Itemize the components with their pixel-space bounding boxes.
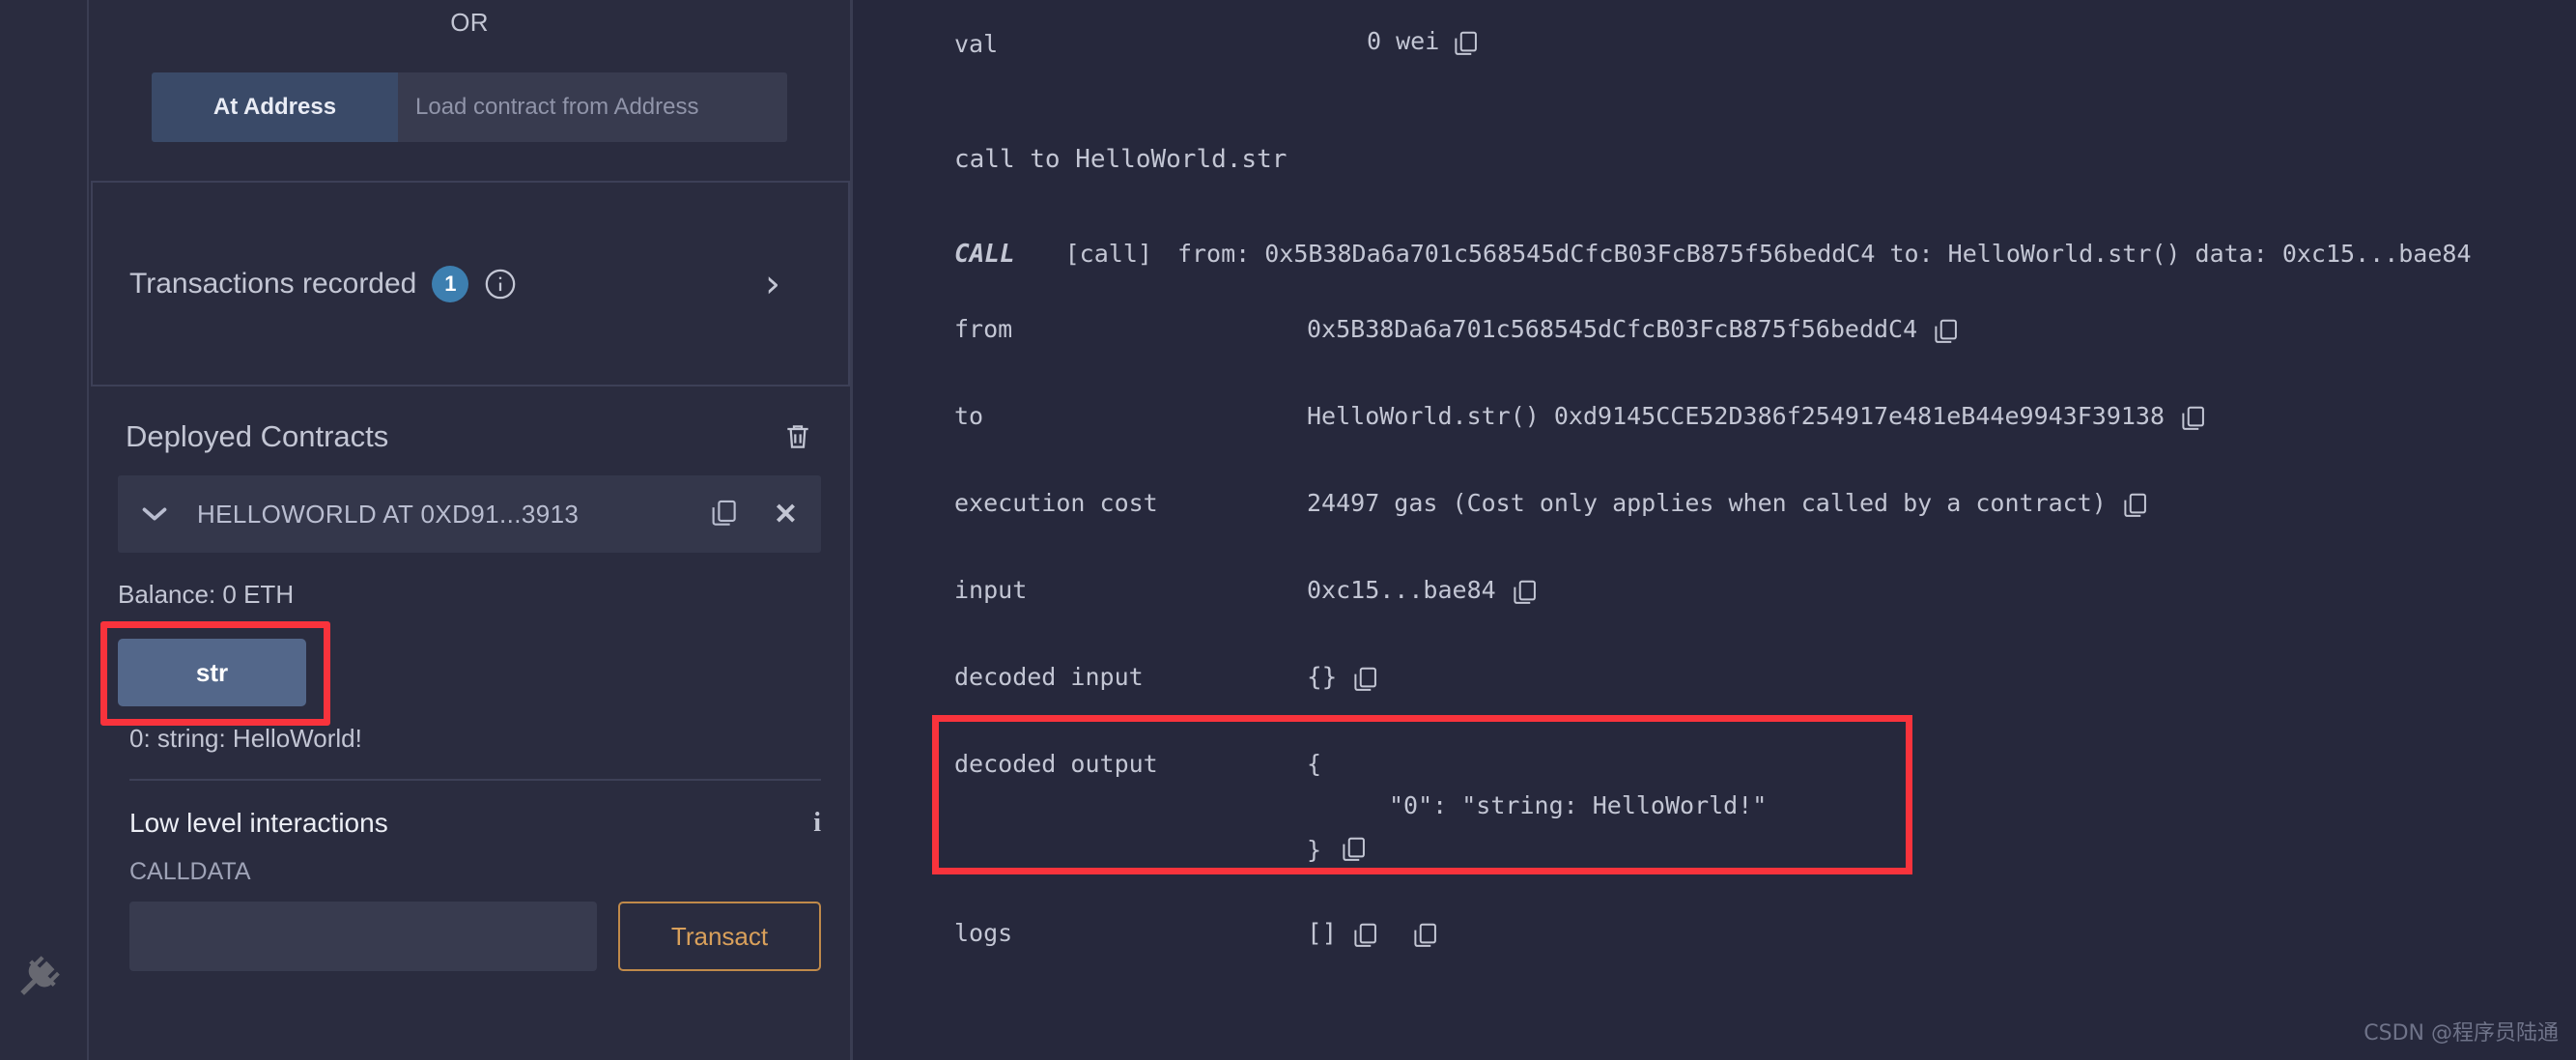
decoded-output-line-3: }	[1307, 835, 1322, 864]
row-value: 0xc15...bae84	[1307, 576, 1496, 604]
trash-icon[interactable]	[782, 420, 813, 453]
copy-icon[interactable]	[1352, 921, 1379, 952]
row-key: execution cost	[954, 489, 1158, 517]
val-value: 0 wei	[1367, 27, 1440, 55]
udapp-left-panel: OR At Address Transactions recorded 1 › …	[87, 0, 850, 1060]
at-address-row: At Address	[152, 72, 787, 142]
terminal-row-val: val 0 wei	[853, 0, 2576, 87]
contract-name-label: HELLOWORLD AT 0XD91...3913	[197, 499, 580, 529]
call-tag: [call]	[1064, 240, 1152, 268]
transact-button[interactable]: Transact	[618, 902, 821, 971]
deployed-contracts-title: Deployed Contracts	[126, 419, 389, 453]
chevron-down-icon[interactable]	[141, 505, 168, 523]
low-level-interactions-title: Low level interactions	[129, 808, 388, 838]
row-key: from	[954, 315, 1013, 343]
at-address-input[interactable]	[398, 72, 787, 142]
watermark: CSDN @程序员陆通	[2364, 1021, 2559, 1046]
calldata-label: CALLDATA	[129, 858, 251, 885]
remix-ide-screen: OR At Address Transactions recorded 1 › …	[0, 0, 2576, 1060]
str-button-wrapper: str	[100, 621, 850, 726]
row-key: logs	[954, 919, 1013, 947]
transaction-detail: val 0 wei call to HelloWorld.str CALL [c…	[853, 0, 2576, 1006]
str-function-button[interactable]: str	[118, 639, 306, 706]
copy-icon[interactable]	[2122, 491, 2149, 522]
copy-icon[interactable]	[1341, 835, 1368, 866]
row-value: HelloWorld.str() 0xd9145CCE52D386f254917…	[1307, 402, 2166, 430]
info-icon[interactable]: i	[813, 808, 821, 839]
row-value: {}	[1307, 663, 1338, 692]
row-key: decoded input	[954, 663, 1144, 691]
copy-icon[interactable]	[1352, 665, 1379, 696]
icon-rail	[0, 0, 87, 1060]
terminal-row-decoded-input: decoded input {}	[853, 663, 2576, 750]
contract-header-row[interactable]: HELLOWORLD AT 0XD91...3913 ✕	[118, 475, 821, 553]
logs-value: []	[1307, 919, 1338, 948]
low-level-interactions-header: Low level interactions i	[89, 781, 850, 839]
decoded-output-line-2: "0": "string: HelloWorld!"	[1389, 791, 1768, 819]
calldata-input[interactable]	[129, 902, 597, 971]
terminal-row-from: from 0x5B38Da6a701c568545dCfcB03FcB875f5…	[853, 315, 2576, 402]
deployed-contracts-header: Deployed Contracts	[89, 387, 850, 475]
call-keyword: CALL	[954, 240, 1015, 269]
decoded-output-line-1: {	[1307, 750, 1322, 778]
at-address-button[interactable]: At Address	[152, 72, 398, 142]
terminal-row-to: to HelloWorld.str() 0xd9145CCE52D386f254…	[853, 402, 2576, 489]
row-key: decoded output	[954, 750, 1158, 778]
or-block: OR At Address	[89, 0, 850, 142]
terminal-row-logs: logs []	[853, 919, 2576, 1006]
detail-rows: from 0x5B38Da6a701c568545dCfcB03FcB875f5…	[853, 269, 2576, 1006]
copy-icon[interactable]	[1412, 921, 1439, 952]
info-circle-icon[interactable]	[484, 268, 517, 301]
transactions-recorded-panel[interactable]: Transactions recorded 1 ›	[91, 181, 850, 387]
transactions-recorded-count: 1	[432, 265, 469, 302]
copy-icon[interactable]	[1933, 317, 1960, 348]
transactions-recorded-label: Transactions recorded	[129, 267, 417, 300]
terminal-row-input: input 0xc15...bae84	[853, 576, 2576, 663]
call-to-label: call to HelloWorld.str	[954, 145, 1288, 174]
copy-icon[interactable]	[710, 498, 739, 530]
contract-balance: Balance: 0 ETH	[118, 580, 295, 609]
val-key: val	[954, 29, 999, 58]
terminal-panel: val 0 wei call to HelloWorld.str CALL [c…	[850, 0, 2576, 1060]
or-label: OR	[450, 8, 489, 37]
copy-icon[interactable]	[1512, 578, 1539, 609]
calldata-row: Transact	[89, 886, 850, 971]
str-function-result: 0: string: HelloWorld!	[129, 724, 362, 753]
copy-icon[interactable]	[2180, 404, 2207, 435]
terminal-row-decoded-output: decoded output { "0": "string: HelloWorl…	[853, 750, 2576, 919]
row-key: input	[954, 576, 1028, 604]
terminal-row-execution-cost: execution cost 24497 gas (Cost only appl…	[853, 489, 2576, 576]
row-value: 0x5B38Da6a701c568545dCfcB03FcB875f56bedd…	[1307, 315, 1918, 343]
close-icon[interactable]: ✕	[774, 498, 798, 531]
row-key: to	[954, 402, 984, 430]
plug-icon[interactable]	[12, 952, 62, 1002]
deployed-contract-card: HELLOWORLD AT 0XD91...3913 ✕ Balance: 0 …	[89, 475, 850, 971]
copy-icon[interactable]	[1453, 29, 1480, 60]
call-summary-line[interactable]: CALL [call] from: 0x5B38Da6a701c568545dC…	[853, 174, 2576, 269]
row-value: 24497 gas (Cost only applies when called…	[1307, 489, 2107, 517]
chevron-right-icon[interactable]: ›	[765, 265, 780, 303]
call-summary-text: from: 0x5B38Da6a701c568545dCfcB03FcB875f…	[1176, 240, 2472, 268]
